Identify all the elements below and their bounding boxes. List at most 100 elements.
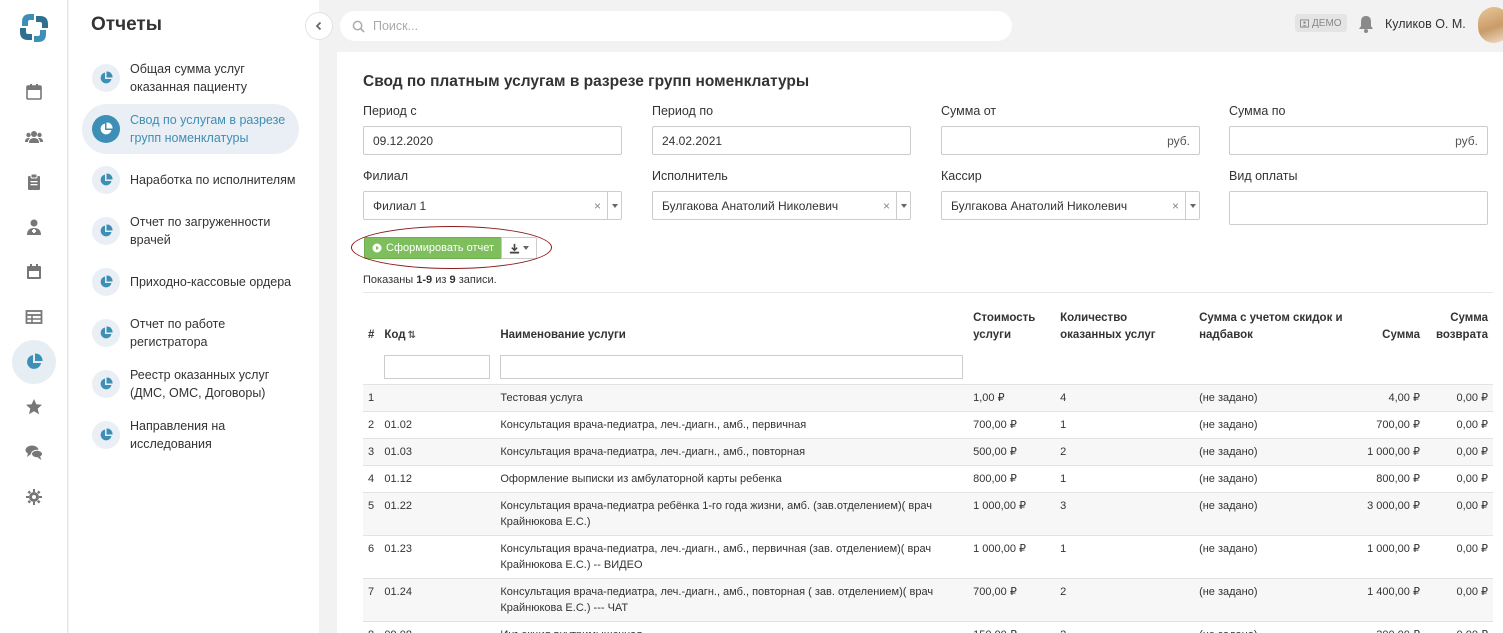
cell-discount: (не задано) xyxy=(1194,383,1349,411)
clipboard-icon[interactable] xyxy=(12,160,56,204)
cell-name: Консультация врача-педиатра, леч.-диагн.… xyxy=(495,410,969,438)
col-qty-header: Количество оказанных услуг xyxy=(1055,292,1195,350)
reports-menu: Отчеты Общая сумма услуг оказанная пацие… xyxy=(69,0,319,633)
cell-index: 6 xyxy=(363,534,380,578)
name-filter-input[interactable] xyxy=(500,354,964,379)
col-qty-label-2: оказанных услуг xyxy=(1060,328,1156,341)
cashier-select[interactable]: Булгакова Анатолий Николевич × xyxy=(941,191,1200,220)
demo-badge: ДЕМО xyxy=(1295,14,1347,32)
menu-item-doctor-load[interactable]: Отчет по загруженности врачей xyxy=(82,206,299,256)
table-row[interactable]: 6 01.23 Консультация врача-педиатра, леч… xyxy=(363,534,1493,578)
period-to-field[interactable]: 24.02.2021 xyxy=(652,126,911,155)
table-row[interactable]: 2 01.02 Консультация врача-педиатра, леч… xyxy=(363,410,1493,438)
code-filter-input[interactable] xyxy=(384,354,491,379)
search-icon xyxy=(352,20,365,33)
payment-type-select[interactable] xyxy=(1229,191,1488,225)
cashier-label: Кассир xyxy=(941,169,982,183)
table-row[interactable]: 8 09.08 Инъекция внутримышечная 150,00 ₽… xyxy=(363,620,1493,633)
table-row[interactable]: 1 Тестовая услуга 1,00 ₽ 4 (не задано) 4… xyxy=(363,383,1493,411)
export-dropdown-button[interactable] xyxy=(501,237,537,259)
cell-code: 01.03 xyxy=(379,437,496,465)
col-price-label-2: услуги xyxy=(973,328,1012,341)
clear-icon[interactable]: × xyxy=(1172,199,1185,213)
payment-type-label: Вид оплаты xyxy=(1229,169,1298,183)
bell-icon[interactable] xyxy=(1358,15,1374,36)
cell-refund: 0,00 ₽ xyxy=(1424,383,1493,411)
col-discount-label-2: надбавок xyxy=(1199,328,1253,341)
table-row[interactable]: 4 01.12 Оформление выписки из амбулаторн… xyxy=(363,464,1493,492)
performer-value: Булгакова Анатолий Николевич xyxy=(662,198,839,213)
doctor-icon[interactable] xyxy=(12,205,56,249)
sum-to-field[interactable]: руб. xyxy=(1229,126,1488,155)
menu-item-registrar[interactable]: Отчет по работе регистратора xyxy=(82,308,299,358)
table-row[interactable]: 3 01.03 Консультация врача-педиатра, леч… xyxy=(363,437,1493,465)
cell-price: 1 000,00 ₽ xyxy=(968,491,1056,535)
cell-name: Консультация врача-педиатра, леч.-диагн.… xyxy=(495,437,969,465)
user-name[interactable]: Куликов О. М. xyxy=(1385,17,1466,31)
schedule-icon[interactable] xyxy=(12,250,56,294)
star-icon[interactable] xyxy=(12,385,56,429)
table-filter-row xyxy=(363,350,1493,385)
pie-chart-icon xyxy=(92,268,120,296)
demo-badge-label: ДЕМО xyxy=(1312,17,1342,29)
cell-price: 1 000,00 ₽ xyxy=(968,534,1056,578)
play-circle-icon xyxy=(372,243,382,253)
menu-item-services-summary[interactable]: Свод по услугам в разрезе групп номенкла… xyxy=(82,104,299,154)
table-icon[interactable] xyxy=(12,295,56,339)
gear-icon[interactable] xyxy=(12,475,56,519)
cell-code: 01.23 xyxy=(379,534,496,578)
menu-item-cash-orders[interactable]: Приходно-кассовые ордера xyxy=(82,257,299,307)
pie-chart-icon[interactable] xyxy=(12,340,56,384)
cell-sum: 300,00 ₽ xyxy=(1349,620,1425,633)
menu-item-label: Общая сумма услуг оказанная пациенту xyxy=(130,62,248,94)
app-logo-icon[interactable] xyxy=(14,8,54,48)
cashier-value: Булгакова Анатолий Николевич xyxy=(951,198,1128,213)
cell-index: 1 xyxy=(363,383,380,411)
search-input[interactable] xyxy=(373,19,973,33)
table-header-row: # Код ⇅ Наименование услуги Стоимость услу… xyxy=(363,292,1493,350)
table-row[interactable]: 5 01.22 Консультация врача-педиатра ребё… xyxy=(363,491,1493,535)
cell-index: 4 xyxy=(363,464,380,492)
cell-name: Инъекция внутримышечная xyxy=(495,620,969,633)
cell-code: 01.12 xyxy=(379,464,496,492)
col-code-header[interactable]: Код ⇅ xyxy=(379,292,496,350)
chat-icon[interactable] xyxy=(12,430,56,474)
cell-refund: 0,00 ₽ xyxy=(1424,410,1493,438)
menu-item-performers[interactable]: Наработка по исполнителям xyxy=(82,155,299,205)
clear-icon[interactable]: × xyxy=(594,199,607,213)
summary-range: 1-9 xyxy=(416,274,433,286)
cell-index: 3 xyxy=(363,437,380,465)
cell-refund: 0,00 ₽ xyxy=(1424,464,1493,492)
collapse-menu-button[interactable] xyxy=(305,12,333,40)
performer-select[interactable]: Булгакова Анатолий Николевич × xyxy=(652,191,911,220)
chevron-down-icon[interactable] xyxy=(1185,192,1199,219)
cell-discount: (не задано) xyxy=(1194,464,1349,492)
calendar-icon[interactable] xyxy=(12,70,56,114)
search-bar xyxy=(340,11,1012,41)
chevron-down-icon[interactable] xyxy=(607,192,621,219)
group-icon[interactable] xyxy=(12,115,56,159)
table-row[interactable]: 7 01.24 Консультация врача-педиатра, леч… xyxy=(363,577,1493,621)
menu-item-services-registry[interactable]: Реестр оказанных услуг (ДМС, ОМС, Догово… xyxy=(82,359,299,409)
currency-suffix: руб. xyxy=(1455,133,1478,148)
cell-name: Консультация врача-педиатра, леч.-диагн.… xyxy=(495,577,969,621)
cell-discount: (не задано) xyxy=(1194,410,1349,438)
avatar[interactable] xyxy=(1478,7,1503,43)
col-refund-label-2: возврата xyxy=(1435,328,1488,341)
cell-qty: 2 xyxy=(1055,577,1195,621)
cell-discount: (не задано) xyxy=(1194,577,1349,621)
cell-index: 8 xyxy=(363,620,380,633)
generate-report-button[interactable]: Сформировать отчет xyxy=(364,237,503,259)
menu-item-total-services[interactable]: Общая сумма услуг оказанная пациенту xyxy=(82,53,299,103)
cell-code: 01.02 xyxy=(379,410,496,438)
chevron-down-icon[interactable] xyxy=(896,192,910,219)
menu-item-referrals[interactable]: Направления на исследования xyxy=(82,410,299,460)
cell-qty: 2 xyxy=(1055,620,1195,633)
period-from-field[interactable]: 09.12.2020 xyxy=(363,126,622,155)
sum-from-field[interactable]: руб. xyxy=(941,126,1200,155)
cell-name: Консультация врача-педиатра ребёнка 1-го… xyxy=(495,491,969,535)
clear-icon[interactable]: × xyxy=(883,199,896,213)
sort-icon[interactable]: ⇅ xyxy=(408,330,416,341)
cell-index: 7 xyxy=(363,577,380,621)
branch-select[interactable]: Филиал 1 × xyxy=(363,191,622,220)
